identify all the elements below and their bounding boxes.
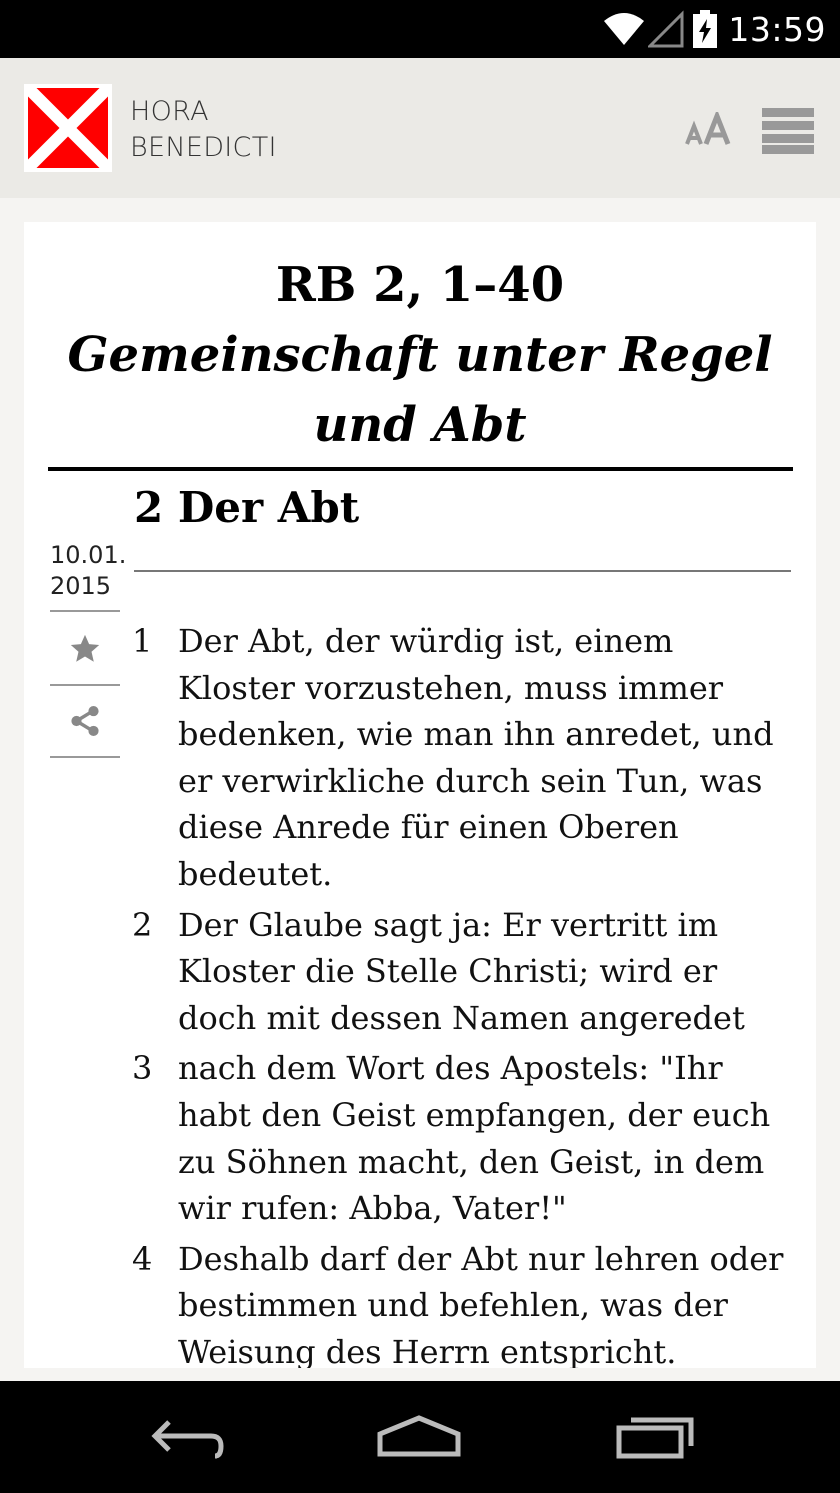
font-size-button[interactable] xyxy=(684,109,736,152)
font-size-icon xyxy=(685,109,731,145)
app-title: HORA BENEDICTI xyxy=(130,94,277,166)
chapter-divider xyxy=(134,570,791,572)
home-icon xyxy=(377,1415,461,1457)
verse: 1 Der Abt, der würdig ist, einem Kloster… xyxy=(132,618,792,898)
app-logo[interactable] xyxy=(23,83,113,173)
verse-number: 4 xyxy=(132,1239,153,1278)
reading-card: RB 2, 1–40 Gemeinschaft unter Regel und … xyxy=(24,222,816,1368)
home-button[interactable] xyxy=(374,1405,464,1469)
share-button[interactable] xyxy=(50,686,120,756)
wifi-icon xyxy=(604,13,645,45)
verse-text: nach dem Wort des Apostels: "Ihr habt de… xyxy=(178,1049,771,1228)
menu-button[interactable] xyxy=(762,108,814,154)
title-divider xyxy=(48,467,793,471)
verse-text: Deshalb darf der Abt nur lehren oder bes… xyxy=(178,1239,784,1368)
status-time: 13:59 xyxy=(728,9,826,49)
verse: 4 Deshalb darf der Abt nur lehren oder b… xyxy=(132,1236,792,1368)
back-icon xyxy=(151,1420,224,1459)
verse-list: 1 Der Abt, der würdig ist, einem Kloster… xyxy=(132,618,792,1368)
title-block: RB 2, 1–40 Gemeinschaft unter Regel und … xyxy=(24,250,816,460)
status-bar: 13:59 xyxy=(0,0,840,58)
verse-text: Der Glaube sagt ja: Er vertritt im Klost… xyxy=(178,905,745,1037)
logo-cross-icon xyxy=(23,83,113,173)
cell-signal-icon xyxy=(648,10,684,48)
verse-number: 3 xyxy=(132,1049,153,1088)
back-button[interactable] xyxy=(140,1405,230,1469)
side-divider xyxy=(50,610,120,612)
star-icon xyxy=(70,634,100,662)
date-line2: 2015 xyxy=(50,572,112,600)
app-header: HORA BENEDICTI xyxy=(0,58,840,198)
verse-text: Der Abt, der würdig ist, einem Kloster v… xyxy=(178,622,774,893)
hamburger-menu-icon xyxy=(762,108,814,154)
favorite-button[interactable] xyxy=(50,614,120,684)
app-title-line1: HORA xyxy=(130,96,209,127)
reading-date: 10.01. 2015 xyxy=(50,540,127,602)
reading-subtitle-line2: und Abt xyxy=(313,397,527,453)
recent-apps-button[interactable] xyxy=(610,1405,700,1469)
recent-apps-icon xyxy=(616,1417,694,1459)
verse: 2 Der Glaube sagt ja: Er vertritt im Klo… xyxy=(132,902,792,1042)
reading-reference: RB 2, 1–40 xyxy=(275,257,565,313)
status-icons: 13:59 xyxy=(602,6,826,52)
share-icon xyxy=(71,705,99,737)
verse: 3 nach dem Wort des Apostels: "Ihr habt … xyxy=(132,1045,792,1231)
date-line1: 10.01. xyxy=(50,541,127,569)
reading-subtitle-line1: Gemeinschaft unter Regel xyxy=(67,327,773,383)
navigation-bar xyxy=(0,1381,840,1493)
app-title-line2: BENEDICTI xyxy=(130,132,277,163)
side-divider xyxy=(50,756,120,758)
verse-number: 2 xyxy=(132,905,153,944)
verse-number: 1 xyxy=(132,622,153,660)
chapter-heading: 2 Der Abt xyxy=(134,483,360,532)
battery-charging-icon xyxy=(693,10,718,48)
